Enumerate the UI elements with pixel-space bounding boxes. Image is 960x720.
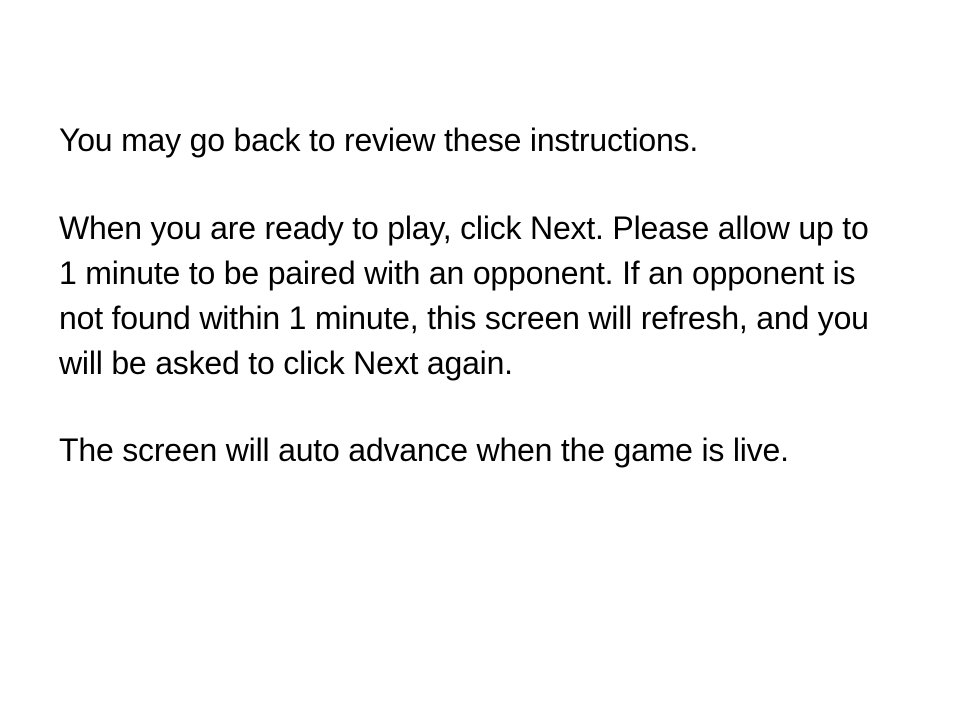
review-instructions-text: You may go back to review these instruct… bbox=[59, 122, 699, 158]
instructions-slide: You may go back to review these instruct… bbox=[0, 0, 960, 720]
auto-advance-text: The screen will auto advance when the ga… bbox=[59, 432, 789, 468]
instructions-body: You may go back to review these instruct… bbox=[59, 118, 889, 473]
ready-to-play-text: When you are ready to play, click Next. … bbox=[59, 210, 869, 381]
